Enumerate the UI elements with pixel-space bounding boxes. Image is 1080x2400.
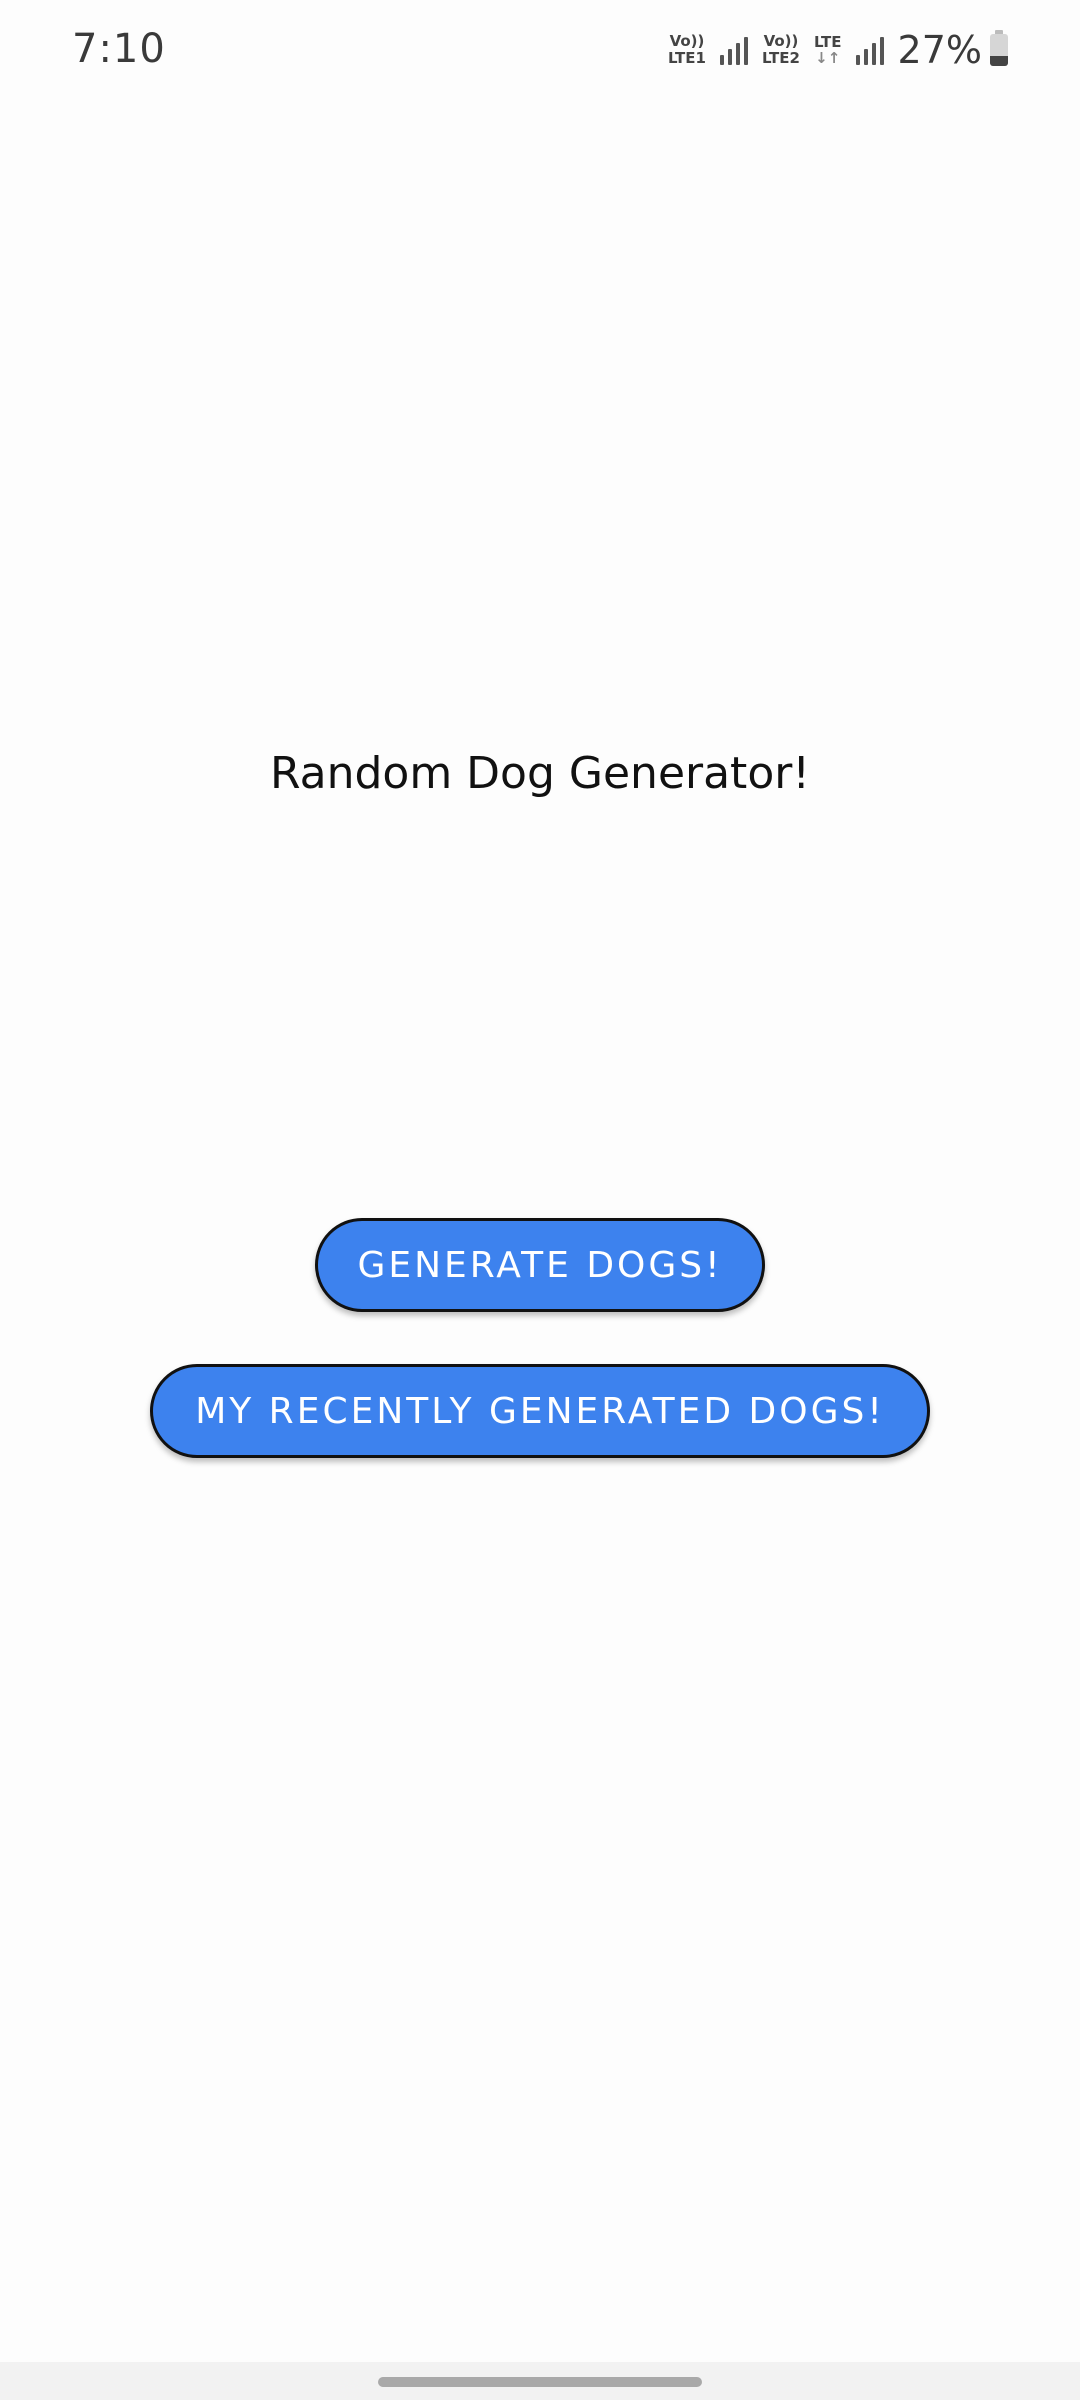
battery-level-fill <box>990 56 1008 66</box>
sim2-lte-label: LTE2 <box>761 49 800 67</box>
sim1-volte-label: Vo)) <box>669 32 705 50</box>
status-bar: 7:10 Vo)) LTE1 Vo)) LTE2 LTE ↓↑ 27% <box>0 0 1080 105</box>
data-network-label: LTE <box>813 33 842 51</box>
volte-sim1-indicator: Vo)) LTE1 <box>668 33 706 67</box>
status-time: 7:10 <box>72 26 166 72</box>
signal-icon <box>855 35 884 65</box>
app-title: Random Dog Generator! <box>270 748 810 799</box>
recently-generated-dogs-button[interactable]: MY RECENTLY GENERATED DOGS! <box>150 1364 930 1458</box>
home-gesture-handle[interactable] <box>378 2377 702 2387</box>
data-activity-arrows-icon: ↓↑ <box>815 49 841 67</box>
battery-percentage: 27% <box>897 28 982 72</box>
status-icons: Vo)) LTE1 Vo)) LTE2 LTE ↓↑ 27% <box>668 28 1008 72</box>
signal-icon <box>719 35 748 65</box>
generate-dogs-button[interactable]: GENERATE DOGS! <box>315 1218 765 1312</box>
battery-icon <box>990 30 1008 66</box>
system-nav-bar <box>0 2362 1080 2400</box>
sim2-volte-label: Vo)) <box>763 32 799 50</box>
sim1-lte-label: LTE1 <box>667 49 706 67</box>
volte-sim2-indicator: Vo)) LTE2 <box>762 33 800 67</box>
data-network-indicator: LTE ↓↑ <box>814 34 842 66</box>
